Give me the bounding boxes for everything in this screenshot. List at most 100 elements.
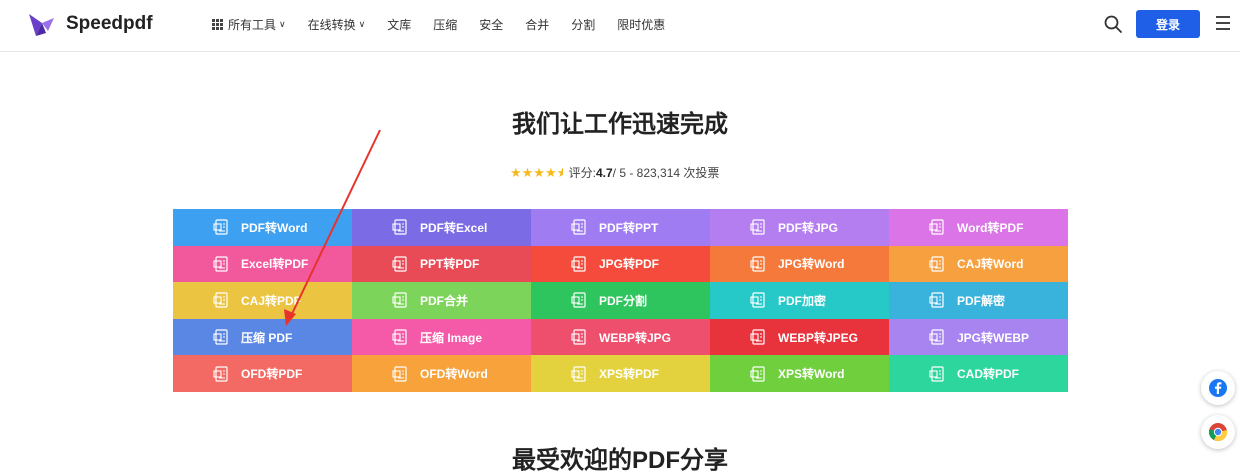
tool-label: CAJ转PDF [241,293,302,308]
file-convert-icon [213,292,228,309]
tool-label: 压缩 Image [420,330,483,345]
rating-suffix: / 5 - 823,314 次投票 [612,166,720,180]
tool-tile[interactable]: CAD转PDF [889,355,1068,392]
butterfly-logo-icon [29,14,54,36]
file-convert-icon [750,366,765,382]
nav-split[interactable]: 分割 [571,16,595,33]
tool-tile[interactable]: JPG转PDF [531,245,710,283]
tool-tile[interactable]: OFD转Word [352,355,531,392]
nav-label: 限时优惠 [617,18,666,32]
nav-label: 压缩 [433,18,458,32]
file-convert-icon [929,329,944,345]
tool-tile[interactable]: PDF解密 [889,282,1068,319]
tool-label: JPG转Word [778,257,845,272]
file-convert-icon [571,256,586,272]
tool-tile[interactable]: XPS转Word [710,355,889,392]
tool-tile[interactable]: XPS转PDF [531,355,710,392]
rating-summary: ★★★★★ 评分: 4.7 / 5 - 823,314 次投票 [510,164,719,181]
tool-label: PDF转Excel [420,220,488,235]
tool-label: Excel转PDF [241,257,309,272]
tool-tile[interactable]: PDF分割 [531,282,710,319]
hamburger-menu-icon[interactable] [1216,16,1230,30]
nav-label: 所有工具 [228,18,277,32]
facebook-share-button[interactable] [1201,371,1235,405]
file-convert-icon [392,256,407,272]
rating-value: 4.7 [595,165,613,180]
file-convert-icon [392,219,407,235]
file-convert-icon [750,292,765,309]
file-convert-icon [213,256,228,272]
tool-tile[interactable]: PDF加密 [710,282,889,319]
tool-tile[interactable]: OFD转PDF [173,355,352,392]
tool-tile[interactable]: PDF合并 [352,282,531,319]
nav-limited-offer[interactable]: 限时优惠 [617,16,665,33]
tool-label: PDF合并 [420,293,469,308]
tool-tile[interactable]: PPT转PDF [352,245,531,283]
file-convert-icon [213,329,228,345]
tool-tile[interactable]: PDF转JPG [710,209,889,246]
tool-tile[interactable]: Word转PDF [889,209,1068,246]
file-convert-icon [392,366,407,382]
main-nav: 所有工具 ∨ 在线转换 ∨ 文库 压缩 安全 合并 分割 限时优惠 [212,16,687,33]
tool-tile[interactable]: CAJ转PDF [173,282,352,319]
tool-tile[interactable]: CAJ转Word [889,245,1068,283]
tool-label: CAD转PDF [957,367,1019,382]
file-convert-icon [750,219,765,235]
nav-compress[interactable]: 压缩 [433,16,457,33]
tool-tile[interactable]: WEBP转JPEG [710,318,889,356]
file-convert-icon [929,219,944,235]
nav-online-convert[interactable]: 在线转换 ∨ [308,16,366,33]
tool-tile[interactable]: 压缩 Image [352,318,531,356]
tool-label: PDF转Word [241,220,308,235]
section-title: 最受欢迎的PDF分享 [512,447,728,474]
nav-label: 文库 [387,18,412,32]
tool-tile[interactable]: JPG转Word [710,245,889,283]
tool-label: Word转PDF [957,220,1024,235]
file-convert-icon [929,292,944,309]
top-navbar: Speedpdf 所有工具 ∨ 在线转换 ∨ 文库 压缩 安全 合并 分割 限时… [0,0,1240,52]
tool-tile[interactable]: Excel转PDF [173,245,352,283]
nav-all-tools[interactable]: 所有工具 ∨ [212,16,286,33]
file-convert-icon [571,292,586,309]
page-title: 我们让工作迅速完成 [512,111,728,138]
tool-tile[interactable]: WEBP转JPG [531,318,710,356]
facebook-icon [1209,379,1227,397]
tool-tile[interactable]: PDF转PPT [531,209,710,246]
file-convert-icon [929,256,944,272]
file-convert-icon [213,366,228,382]
file-convert-icon [392,292,407,309]
tool-label: OFD转PDF [241,367,303,382]
nav-merge[interactable]: 合并 [525,16,549,33]
chrome-extension-button[interactable] [1201,415,1235,449]
file-convert-icon [213,219,228,235]
tool-tile[interactable]: 压缩 PDF [173,318,352,356]
tool-label: PPT转PDF [420,257,480,272]
rating-prefix: 评分: [568,166,596,180]
tool-tile[interactable]: JPG转WEBP [889,318,1068,356]
tool-tile[interactable]: PDF转Excel [352,209,531,246]
file-convert-icon [571,366,586,382]
file-convert-icon [571,329,586,345]
tool-tile[interactable]: PDF转Word [173,209,352,246]
brand-logo[interactable]: Speedpdf [26,9,153,39]
tools-grid: PDF转Word PDF转Excel PDF转PPT PDF转JPG Word转PDF E… [173,209,1068,392]
tool-label: WEBP转JPEG [778,330,859,345]
tool-label: CAJ转Word [957,257,1024,272]
search-icon[interactable] [1103,14,1123,34]
tool-label: JPG转WEBP [957,330,1030,345]
chevron-down-icon: ∨ [279,19,286,29]
file-convert-icon [571,219,586,235]
tool-label: XPS转PDF [599,367,660,382]
tool-label: XPS转Word [778,367,845,382]
tool-label: 压缩 PDF [241,330,293,345]
brand-name: Speedpdf [66,13,153,34]
tool-label: PDF解密 [957,293,1006,308]
nav-security[interactable]: 安全 [479,16,503,33]
nav-label: 安全 [479,18,504,32]
login-button[interactable]: 登录 [1136,10,1200,38]
nav-library[interactable]: 文库 [387,16,411,33]
nav-label: 在线转换 [307,18,356,32]
file-convert-icon [750,329,765,345]
rating-stars-icon: ★★★★★ [510,164,563,180]
nav-label: 合并 [525,18,550,32]
